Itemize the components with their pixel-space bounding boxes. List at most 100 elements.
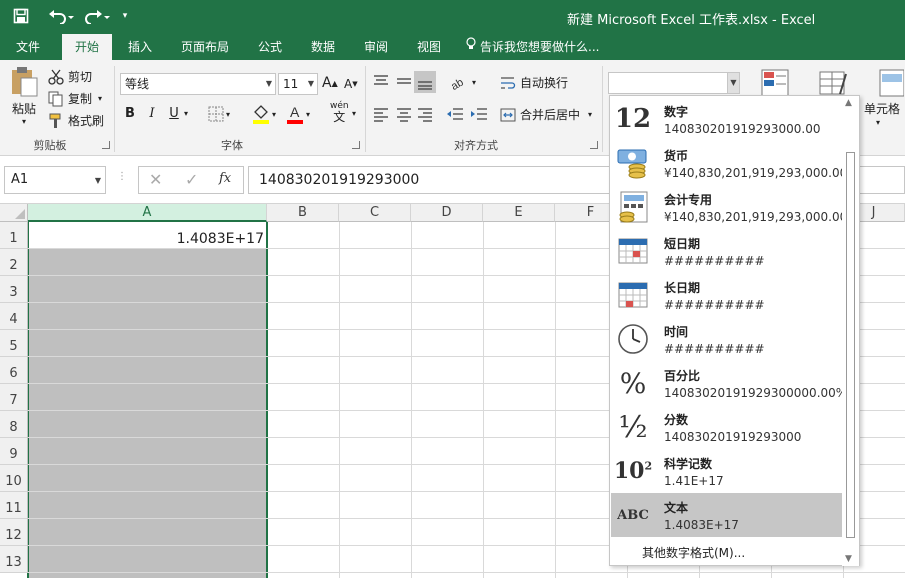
- italic-button[interactable]: I: [142, 104, 162, 124]
- underline-dropdown-icon[interactable]: ▾: [184, 109, 188, 118]
- customize-icon[interactable]: ▾: [118, 6, 132, 26]
- column-header-e[interactable]: E: [483, 204, 555, 222]
- number-format-option[interactable]: ABC 文本 1.4083E+17: [611, 493, 843, 537]
- enter-check-icon[interactable]: ✓: [185, 170, 198, 190]
- cell-a1[interactable]: 1.4083E+17: [30, 231, 264, 247]
- number-format-option[interactable]: 长日期 ##########: [611, 273, 843, 317]
- cell-styles-button[interactable]: [878, 68, 904, 98]
- paste-button[interactable]: 粘贴 ▾: [8, 66, 40, 126]
- copy-button[interactable]: 复制 ▾: [48, 90, 102, 107]
- underline-button[interactable]: U: [164, 104, 184, 124]
- font-color-button[interactable]: A ▾: [286, 104, 310, 124]
- cut-button[interactable]: 剪切: [48, 68, 92, 85]
- column-header-d[interactable]: D: [411, 204, 483, 222]
- tab-view[interactable]: 视图: [407, 34, 451, 60]
- number-format-option[interactable]: 短日期 ##########: [611, 229, 843, 273]
- row-header[interactable]: 5: [0, 330, 28, 357]
- redo-icon[interactable]: [82, 6, 112, 26]
- chevron-down-icon[interactable]: ▾: [352, 109, 356, 118]
- tab-insert[interactable]: 插入: [118, 34, 162, 60]
- undo-icon[interactable]: [46, 6, 76, 26]
- wrap-text-button[interactable]: 自动换行: [500, 74, 568, 91]
- tab-home[interactable]: 开始: [62, 34, 112, 60]
- format-painter-button[interactable]: 格式刷: [48, 112, 104, 129]
- align-right-button[interactable]: [416, 106, 434, 122]
- font-color-icon: A: [287, 104, 303, 124]
- row-header[interactable]: 6: [0, 357, 28, 384]
- tab-formulas[interactable]: 公式: [248, 34, 292, 60]
- column-header-b[interactable]: B: [267, 204, 339, 222]
- row-header[interactable]: 1: [0, 222, 28, 249]
- phonetic-button[interactable]: wén 文: [330, 102, 349, 124]
- scroll-thumb[interactable]: [846, 152, 855, 538]
- clipboard-launcher-icon[interactable]: [102, 141, 110, 149]
- row-header[interactable]: 12: [0, 519, 28, 546]
- scroll-up-icon[interactable]: ▲: [845, 98, 852, 108]
- tab-page-layout[interactable]: 页面布局: [173, 34, 237, 60]
- borders-button[interactable]: ▾: [208, 106, 230, 122]
- gridline: [483, 222, 484, 578]
- orientation-button[interactable]: ab ▾: [450, 74, 476, 90]
- number-format-option[interactable]: 时间 ##########: [611, 317, 843, 361]
- font-name-combobox[interactable]: 等线 ▼: [120, 73, 276, 95]
- clock-icon: [617, 323, 649, 355]
- fill-color-button[interactable]: ▾: [252, 104, 276, 124]
- merge-center-button[interactable]: 合并后居中 ▾: [500, 106, 592, 123]
- row-header[interactable]: 7: [0, 384, 28, 411]
- number-format-combobox[interactable]: ▼: [608, 72, 740, 94]
- row-header[interactable]: 13: [0, 546, 28, 573]
- scroll-down-icon[interactable]: ▼: [845, 554, 852, 564]
- row-header[interactable]: 10: [0, 465, 28, 492]
- number-format-option[interactable]: 会计专用 ¥140,830,201,919,293,000.00: [611, 185, 847, 229]
- number-format-name: 数字: [664, 105, 689, 119]
- dropdown-scrollbar[interactable]: ▲ ▼: [842, 96, 859, 566]
- chevron-down-icon: ▾: [272, 109, 277, 119]
- column-header-a[interactable]: A: [28, 204, 267, 222]
- row-header[interactable]: 11: [0, 492, 28, 519]
- number-format-option[interactable]: 货币 ¥140,830,201,919,293,000.00: [611, 141, 847, 185]
- align-center-button[interactable]: [395, 106, 413, 122]
- font-launcher-icon[interactable]: [352, 141, 360, 149]
- more-formats-link[interactable]: 其他数字格式(M)...: [642, 544, 745, 561]
- alignment-launcher-icon[interactable]: [590, 141, 598, 149]
- number-format-name: 会计专用: [664, 193, 713, 207]
- row-header[interactable]: 2: [0, 249, 28, 276]
- grow-font-button[interactable]: A ▲: [322, 75, 338, 91]
- number-format-option[interactable]: 102 科学记数 1.41E+17: [611, 449, 843, 493]
- row-header[interactable]: 4: [0, 303, 28, 330]
- fill-bucket-icon: [253, 105, 269, 124]
- tab-review[interactable]: 审阅: [354, 34, 398, 60]
- save-icon[interactable]: [10, 6, 32, 26]
- table-format-button[interactable]: [818, 68, 848, 98]
- align-left-button[interactable]: [372, 106, 390, 122]
- font-size-combobox[interactable]: 11 ▼: [278, 73, 318, 95]
- alignment-group-label: 对齐方式: [454, 139, 498, 152]
- align-bottom-button[interactable]: [414, 71, 436, 93]
- paintbrush-icon: [49, 113, 61, 128]
- number-format-option[interactable]: % 百分比 14083020191929300000.00%: [611, 361, 848, 405]
- row-header[interactable]: 9: [0, 438, 28, 465]
- insert-function-icon[interactable]: fx: [219, 169, 231, 189]
- bold-button[interactable]: B: [120, 104, 140, 124]
- column-header-c[interactable]: C: [339, 204, 411, 222]
- tell-me-box[interactable]: 告诉我您想要做什么...: [466, 34, 612, 60]
- align-top-button[interactable]: [372, 74, 390, 90]
- conditional-format-button[interactable]: [760, 68, 790, 98]
- tab-data[interactable]: 数据: [301, 34, 345, 60]
- chevron-down-icon[interactable]: ▾: [876, 118, 880, 127]
- select-all-corner[interactable]: [0, 204, 28, 222]
- cancel-icon[interactable]: ✕: [149, 170, 162, 190]
- number-format-name: 科学记数: [664, 457, 713, 471]
- chevron-down-icon[interactable]: ▼: [727, 73, 739, 93]
- row-header[interactable]: 8: [0, 411, 28, 438]
- align-middle-button[interactable]: [395, 74, 413, 90]
- shrink-font-button[interactable]: A ▼: [344, 77, 358, 91]
- tab-file[interactable]: 文件: [6, 34, 50, 60]
- name-box[interactable]: A1 ▼: [4, 166, 106, 194]
- number-format-option[interactable]: 12 数字 140830201919293000.00: [611, 97, 843, 141]
- row-header[interactable]: 3: [0, 276, 28, 303]
- increase-indent-button[interactable]: [470, 106, 488, 122]
- chevron-down-icon: ▼: [265, 79, 272, 88]
- decrease-indent-button[interactable]: [446, 106, 464, 122]
- number-format-option[interactable]: ½ 分数 140830201919293000: [611, 405, 843, 449]
